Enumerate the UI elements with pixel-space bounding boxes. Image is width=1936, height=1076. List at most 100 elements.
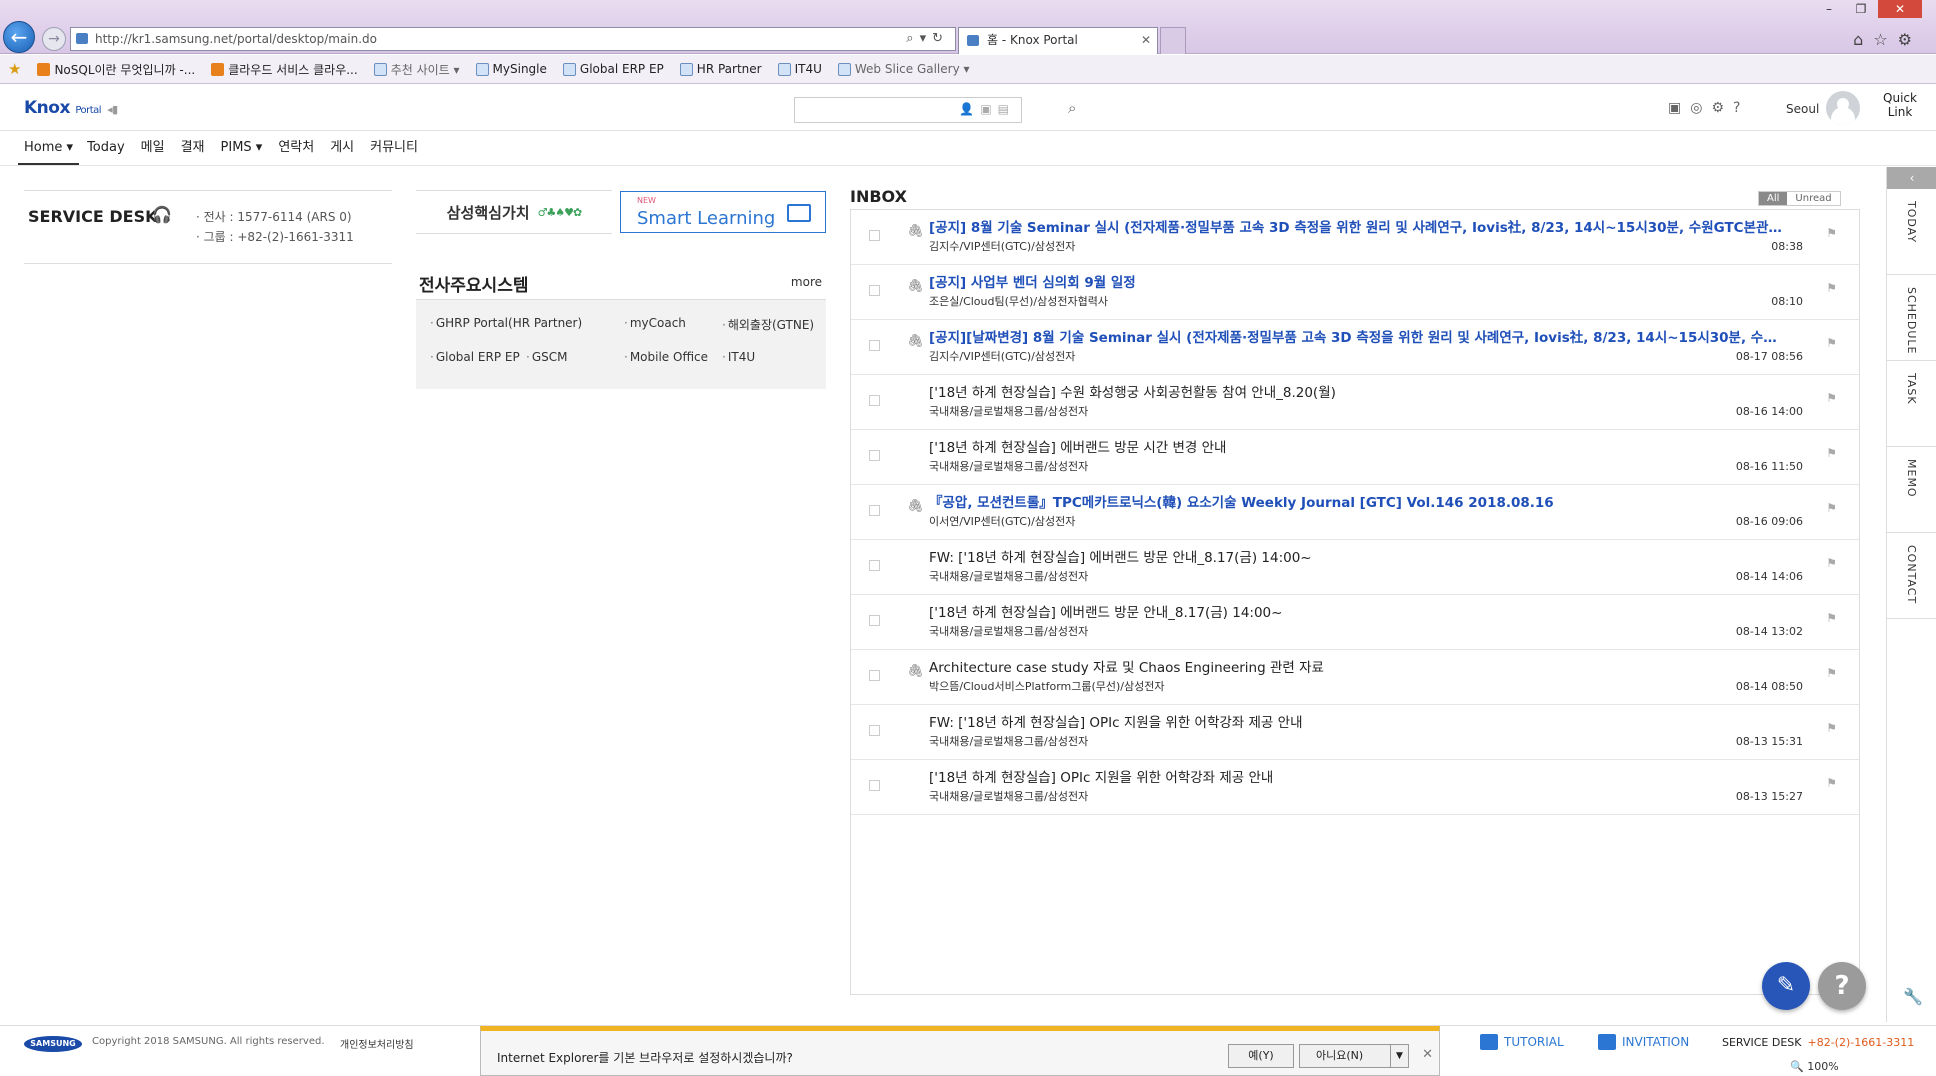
flag-icon[interactable]: ⚑ — [1826, 391, 1837, 405]
fav-item-mysingle[interactable]: MySingle — [475, 62, 547, 76]
mail-row[interactable]: FW: ['18년 하계 현장실습] 에버랜드 방문 안내_8.17(금) 14… — [851, 540, 1859, 595]
mail-row[interactable]: 🖇 『공압, 모션컨트롤』TPC메카트로닉스(韓) 요소기술 Weekly Jo… — [851, 485, 1859, 540]
flag-icon[interactable]: ⚑ — [1826, 226, 1837, 240]
system-link-gtne[interactable]: 해외출장(GTNE) — [722, 316, 814, 333]
fav-item-erp[interactable]: Global ERP EP — [562, 62, 664, 76]
write-button[interactable]: ✎ — [1762, 962, 1810, 1010]
system-link-erp[interactable]: Global ERP EP — [430, 350, 520, 364]
mail-checkbox[interactable] — [869, 505, 880, 516]
menu-board[interactable]: 게시 — [322, 132, 362, 165]
menu-pims[interactable]: PIMS ▾ — [213, 132, 271, 165]
rail-tab-schedule[interactable]: SCHEDULE — [1887, 275, 1936, 361]
mail-subject[interactable]: [공지] 사업부 벤더 심의회 9월 일정 — [929, 271, 1787, 291]
menu-mail[interactable]: 메일 — [133, 132, 173, 165]
fav-item-hr[interactable]: HR Partner — [679, 62, 762, 76]
tutorial-link[interactable]: TUTORIAL — [1480, 1034, 1564, 1050]
system-link-gscm[interactable]: GSCM — [526, 350, 568, 364]
mail-checkbox[interactable] — [869, 230, 880, 241]
favorites-star-icon[interactable]: ★ — [8, 60, 21, 78]
mail-subject[interactable]: ['18년 하계 현장실습] 수원 화성행궁 사회공헌활동 참여 안내_8.20… — [929, 381, 1787, 401]
announce-icon[interactable]: ◂▮ — [107, 103, 118, 116]
mail-row[interactable]: 🖇 [공지][날짜변경] 8월 기술 Seminar 실시 (전자제품·정밀부품… — [851, 320, 1859, 375]
mail-checkbox[interactable] — [869, 450, 880, 461]
back-button[interactable]: ← — [3, 21, 35, 53]
menu-community[interactable]: 커뮤니티 — [362, 132, 426, 165]
flag-icon[interactable]: ⚑ — [1826, 666, 1837, 680]
fav-item-cloud[interactable]: 클라우드 서비스 클라우... — [211, 61, 358, 78]
mail-subject[interactable]: [공지][날짜변경] 8월 기술 Seminar 실시 (전자제품·정밀부품 고… — [929, 326, 1787, 346]
filter-unread[interactable]: Unread — [1787, 192, 1840, 205]
flag-icon[interactable]: ⚑ — [1826, 556, 1837, 570]
mail-checkbox[interactable] — [869, 340, 880, 351]
mail-subject[interactable]: ['18년 하계 현장실습] 에버랜드 방문 시간 변경 안내 — [929, 436, 1787, 456]
new-tab-button[interactable] — [1160, 27, 1186, 54]
mail-subject[interactable]: FW: ['18년 하계 현장실습] OPIc 지원을 위한 어학강좌 제공 안… — [929, 711, 1787, 731]
restore-button[interactable]: ❐ — [1846, 0, 1876, 18]
privacy-link[interactable]: 개인정보처리방침 — [340, 1036, 414, 1051]
knox-logo[interactable]: Knox Portal ◂▮ — [24, 98, 118, 118]
system-link-mycoach[interactable]: myCoach — [624, 316, 686, 330]
tab-close-icon[interactable]: ✕ — [1141, 28, 1151, 53]
mail-row[interactable]: 🖇 [공지] 사업부 벤더 심의회 9월 일정 조은실/Cloud팀(무선)/삼… — [851, 265, 1859, 320]
mail-row[interactable]: ['18년 하계 현장실습] OPIc 지원을 위한 어학강좌 제공 안내 국내… — [851, 760, 1859, 815]
mail-row[interactable]: FW: ['18년 하계 현장실습] OPIc 지원을 위한 어학강좌 제공 안… — [851, 705, 1859, 760]
prompt-yes-button[interactable]: 예(Y) — [1228, 1044, 1294, 1068]
mail-subject[interactable]: FW: ['18년 하계 현장실습] 에버랜드 방문 안내_8.17(금) 14… — [929, 546, 1787, 566]
mail-row[interactable]: ['18년 하계 현장실습] 수원 화성행궁 사회공헌활동 참여 안내_8.20… — [851, 375, 1859, 430]
help-button[interactable]: ? — [1818, 962, 1866, 1010]
menu-contacts[interactable]: 연락처 — [270, 132, 322, 165]
search-input[interactable]: 👤▣▤ — [794, 97, 1022, 123]
fav-item-suggested[interactable]: 추천 사이트 ▾ — [373, 61, 460, 78]
flag-icon[interactable]: ⚑ — [1826, 721, 1837, 735]
quick-link-button[interactable]: Quick Link — [1880, 91, 1920, 119]
mail-subject[interactable]: 『공압, 모션컨트롤』TPC메카트로닉스(韓) 요소기술 Weekly Jour… — [929, 491, 1787, 511]
wrench-icon[interactable]: 🔧 — [1903, 987, 1923, 1006]
menu-today[interactable]: Today — [79, 132, 133, 165]
browser-tab[interactable]: 홈 - Knox Portal ✕ — [958, 27, 1158, 54]
flag-icon[interactable]: ⚑ — [1826, 776, 1837, 790]
fav-item-webslice[interactable]: Web Slice Gallery ▾ — [837, 62, 970, 76]
menu-approval[interactable]: 결재 — [173, 132, 213, 165]
flag-icon[interactable]: ⚑ — [1826, 501, 1837, 515]
core-value-banner[interactable]: 삼성핵심가치 ♂♣♠♥✿ — [416, 190, 612, 234]
chevron-down-icon[interactable]: ▼ — [1390, 1045, 1408, 1067]
mail-checkbox[interactable] — [869, 615, 880, 626]
header-tool-icons[interactable]: ▣◎⚙? — [1668, 100, 1749, 116]
system-link-ghrp[interactable]: GHRP Portal(HR Partner) — [430, 316, 582, 330]
flag-icon[interactable]: ⚑ — [1826, 611, 1837, 625]
mail-row[interactable]: 🖇 [공지] 8월 기술 Seminar 실시 (전자제품·정밀부품 고속 3D… — [851, 210, 1859, 265]
search-filter-icons[interactable]: 👤▣▤ — [959, 102, 1015, 116]
mail-checkbox[interactable] — [869, 780, 880, 791]
mail-row[interactable]: ['18년 하계 현장실습] 에버랜드 방문 시간 변경 안내 국내채용/글로벌… — [851, 430, 1859, 485]
mail-checkbox[interactable] — [869, 560, 880, 571]
address-search-refresh-icons[interactable]: ⌕▾↻ — [906, 28, 949, 50]
close-window-button[interactable]: ✕ — [1878, 0, 1922, 18]
smart-learning-banner[interactable]: NEW Smart Learning — [620, 191, 826, 233]
prompt-no-button[interactable]: 아니요(N) ▼ — [1299, 1044, 1409, 1068]
flag-icon[interactable]: ⚑ — [1826, 281, 1837, 295]
avatar[interactable] — [1826, 91, 1860, 125]
mail-checkbox[interactable] — [869, 670, 880, 681]
rail-tab-task[interactable]: TASK — [1887, 361, 1936, 447]
zoom-level[interactable]: 🔍 100% — [1790, 1060, 1839, 1073]
mail-checkbox[interactable] — [869, 285, 880, 296]
forward-button[interactable]: → — [42, 27, 66, 51]
rail-tab-contact[interactable]: CONTACT — [1887, 533, 1936, 619]
systems-more-link[interactable]: more — [791, 275, 822, 289]
address-bar[interactable]: http://kr1.samsung.net/portal/desktop/ma… — [70, 27, 956, 51]
rail-collapse-button[interactable]: ‹ — [1887, 167, 1936, 189]
mail-subject[interactable]: ['18년 하계 현장실습] 에버랜드 방문 안내_8.17(금) 14:00~ — [929, 601, 1787, 621]
mail-subject[interactable]: Architecture case study 자료 및 Chaos Engin… — [929, 656, 1787, 676]
mail-checkbox[interactable] — [869, 725, 880, 736]
fav-item-nosql[interactable]: NoSQL이란 무엇입니까 -... — [37, 61, 195, 78]
mail-checkbox[interactable] — [869, 395, 880, 406]
search-icon[interactable]: ⌕ — [1068, 99, 1076, 117]
system-link-mobile[interactable]: Mobile Office — [624, 350, 708, 364]
mail-row[interactable]: 🖇 Architecture case study 자료 및 Chaos Eng… — [851, 650, 1859, 705]
rail-tab-memo[interactable]: MEMO — [1887, 447, 1936, 533]
menu-home[interactable]: Home ▾ — [18, 132, 80, 165]
close-icon[interactable]: ✕ — [1422, 1047, 1433, 1062]
minimize-button[interactable]: – — [1814, 0, 1844, 18]
mail-subject[interactable]: [공지] 8월 기술 Seminar 실시 (전자제품·정밀부품 고속 3D 측… — [929, 216, 1787, 236]
ie-tool-icons[interactable]: ⌂☆⚙ — [1853, 30, 1922, 49]
